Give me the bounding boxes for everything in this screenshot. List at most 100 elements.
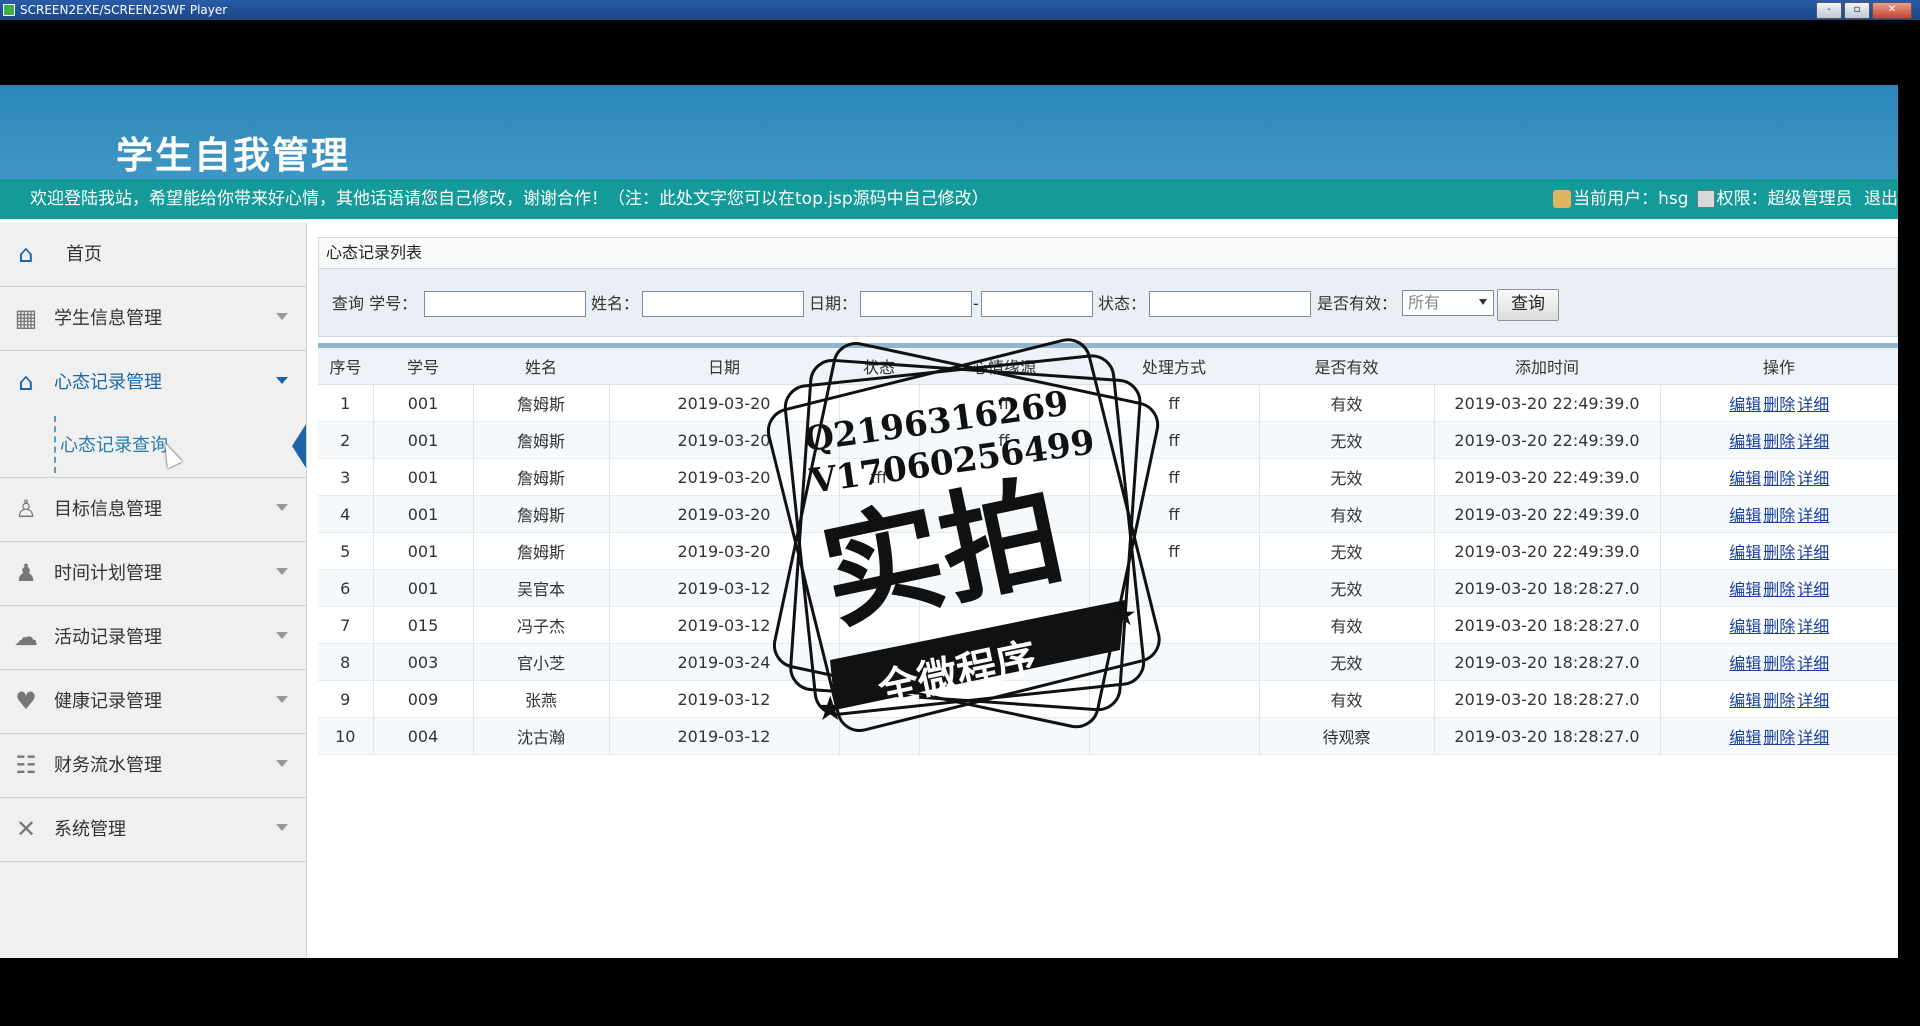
detail-link[interactable]: 详细 — [1797, 728, 1829, 747]
delete-link[interactable]: 删除 — [1763, 580, 1795, 599]
delete-link[interactable]: 删除 — [1763, 617, 1795, 636]
query-xuehao-label: 查询 学号： — [332, 294, 418, 313]
edit-link[interactable]: 编辑 — [1729, 432, 1761, 451]
table-cell: fff — [838, 458, 919, 496]
table-cell: 2019-03-20 — [608, 532, 839, 570]
home-icon: ⌂ — [18, 240, 34, 268]
date-start-input[interactable] — [860, 291, 972, 317]
chevron-down-icon — [1479, 299, 1487, 305]
sidebar-item-mood-records[interactable]: ⌂ 心态记录管理 — [0, 351, 306, 414]
detail-link[interactable]: 详细 — [1797, 395, 1829, 414]
table-cell: ff — [1088, 495, 1259, 533]
delete-link[interactable]: 删除 — [1763, 691, 1795, 710]
table-cell — [1088, 569, 1259, 607]
detail-link[interactable]: 详细 — [1797, 617, 1829, 636]
name-input[interactable] — [642, 291, 804, 317]
sidebar-item-label: 心态记录管理 — [54, 372, 162, 393]
header: 学生自我管理 — [0, 85, 1898, 179]
edit-link[interactable]: 编辑 — [1729, 617, 1761, 636]
valid-select-value: 所有 — [1408, 293, 1441, 312]
delete-link[interactable]: 删除 — [1763, 728, 1795, 747]
table-cell: 001 — [372, 458, 473, 496]
edit-link[interactable]: 编辑 — [1729, 691, 1761, 710]
minimize-button[interactable]: - — [1816, 2, 1842, 19]
permission: 权限：超级管理员 — [1716, 189, 1853, 209]
close-button[interactable]: ✕ — [1872, 2, 1912, 19]
sidebar-item-finance[interactable]: ☷ 财务流水管理 — [0, 734, 306, 798]
status-input[interactable] — [1149, 291, 1311, 317]
detail-link[interactable]: 详细 — [1797, 432, 1829, 451]
delete-link[interactable]: 删除 — [1763, 432, 1795, 451]
edit-link[interactable]: 编辑 — [1729, 395, 1761, 414]
window-controls: - ▫ ✕ — [1816, 2, 1912, 19]
table-cell: 詹姆斯 — [472, 458, 609, 496]
table-cell: 001 — [372, 495, 473, 533]
table-cell — [918, 643, 1089, 681]
edit-link[interactable]: 编辑 — [1729, 728, 1761, 747]
xuehao-input[interactable] — [424, 291, 586, 317]
table-row: 2 001 詹姆斯 2019-03-20 ff ff 无效 2019-03-20 22:49:… — [318, 421, 1898, 459]
table-cell — [918, 717, 1089, 755]
row-actions: 编辑 删除 详细 — [1659, 680, 1898, 718]
table-cell: 有效 — [1258, 680, 1434, 718]
table-cell: ff — [918, 421, 1089, 459]
delete-link[interactable]: 删除 — [1763, 395, 1795, 414]
detail-link[interactable]: 详细 — [1797, 543, 1829, 562]
sidebar-item-goal-info[interactable]: ♙ 目标信息管理 — [0, 478, 306, 542]
query-button[interactable]: 查询 — [1497, 289, 1559, 321]
logout-link[interactable]: 退出 — [1864, 189, 1898, 209]
row-actions: 编辑 删除 详细 — [1659, 495, 1898, 533]
edit-link[interactable]: 编辑 — [1729, 469, 1761, 488]
detail-link[interactable]: 详细 — [1797, 506, 1829, 525]
date-end-input[interactable] — [981, 291, 1093, 317]
col-header: 添加时间 — [1434, 348, 1660, 385]
edit-link[interactable]: 编辑 — [1729, 506, 1761, 525]
sidebar-item-home[interactable]: ⌂ 首页 — [0, 223, 306, 287]
group-icon: ☷ — [15, 751, 37, 779]
table-cell: 待观察 — [1258, 717, 1434, 755]
sidebar-item-label: 活动记录管理 — [54, 627, 162, 648]
table-cell: 詹姆斯 — [472, 384, 609, 422]
table-cell: 2019-03-20 22:49:39.0 — [1433, 495, 1660, 533]
edit-link[interactable]: 编辑 — [1729, 580, 1761, 599]
detail-link[interactable]: 详细 — [1797, 580, 1829, 599]
valid-label: 是否有效： — [1317, 294, 1398, 313]
chevron-down-icon — [276, 632, 288, 639]
table-cell: 6 — [318, 569, 373, 607]
table-cell — [838, 680, 919, 718]
sidebar-item-time-plan[interactable]: ♟ 时间计划管理 — [0, 542, 306, 606]
table-cell: 2 — [318, 421, 373, 459]
chevron-down-icon — [276, 313, 288, 320]
delete-link[interactable]: 删除 — [1763, 506, 1795, 525]
edit-link[interactable]: 编辑 — [1729, 654, 1761, 673]
valid-select[interactable]: 所有 — [1402, 290, 1494, 316]
table-cell: 无效 — [1258, 421, 1434, 459]
delete-link[interactable]: 删除 — [1763, 654, 1795, 673]
col-header: 日期 — [609, 348, 839, 385]
table-cell: 2019-03-20 18:28:27.0 — [1433, 643, 1660, 681]
sidebar-item-label: 首页 — [66, 244, 102, 265]
delete-link[interactable]: 删除 — [1763, 543, 1795, 562]
maximize-button[interactable]: ▫ — [1844, 2, 1870, 19]
date-separator: - — [973, 294, 979, 313]
table-cell: 2019-03-20 22:49:39.0 — [1433, 384, 1660, 422]
detail-link[interactable]: 详细 — [1797, 469, 1829, 488]
chevron-down-icon — [276, 696, 288, 703]
table-cell: 2019-03-20 18:28:27.0 — [1433, 606, 1660, 644]
table-cell: 2019-03-20 — [608, 495, 839, 533]
table-cell — [838, 421, 919, 459]
sidebar-item-student-info[interactable]: ▦ 学生信息管理 — [0, 287, 306, 351]
sidebar-item-health[interactable]: ♥ 健康记录管理 — [0, 670, 306, 734]
edit-link[interactable]: 编辑 — [1729, 543, 1761, 562]
table-row: 4 001 詹姆斯 2019-03-20 ff 有效 2019-03-20 22:49:39… — [318, 495, 1898, 533]
table-cell: 有效 — [1258, 495, 1434, 533]
detail-link[interactable]: 详细 — [1797, 654, 1829, 673]
detail-link[interactable]: 详细 — [1797, 691, 1829, 710]
sidebar-item-label: 财务流水管理 — [54, 755, 162, 776]
row-actions: 编辑 删除 详细 — [1659, 421, 1898, 459]
sidebar-subitem-mood-query[interactable]: 心态记录查询 — [0, 414, 306, 478]
delete-link[interactable]: 删除 — [1763, 469, 1795, 488]
user-icon — [1553, 190, 1572, 208]
sidebar-item-activity[interactable]: ☁ 活动记录管理 — [0, 606, 306, 670]
sidebar-item-system[interactable]: ✕ 系统管理 — [0, 798, 306, 862]
